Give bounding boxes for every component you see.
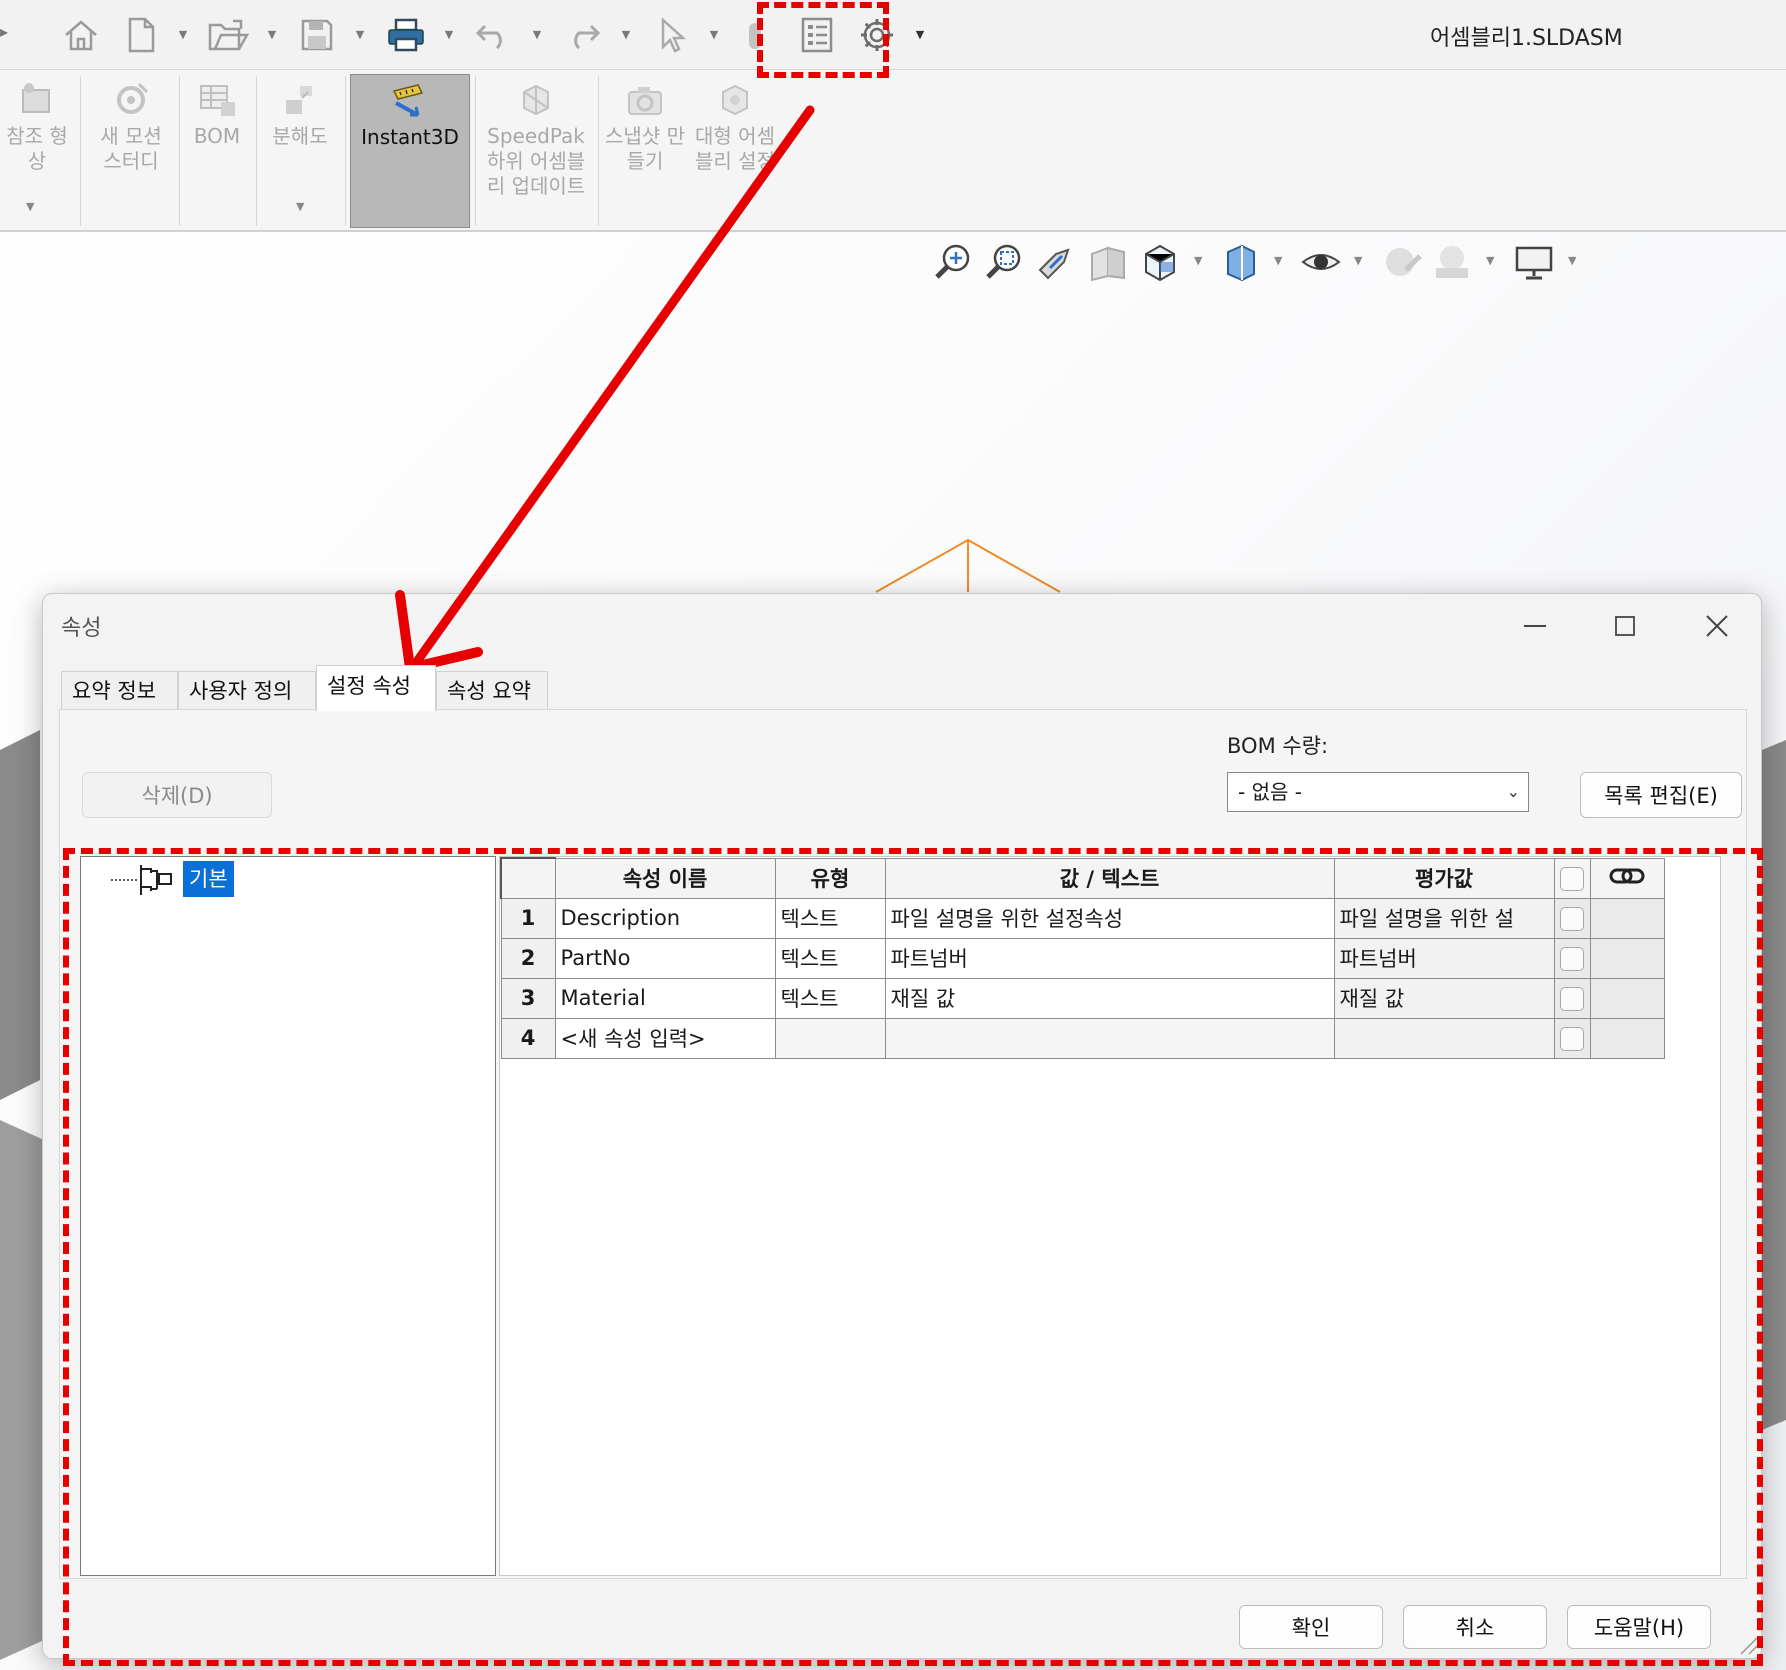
annotation-highlight-property-grid — [63, 848, 1763, 1666]
display-style-chevron-icon[interactable]: ▼ — [1274, 254, 1282, 267]
large-assembly-settings-button[interactable]: 대형 어셈블리 설정 — [690, 74, 780, 228]
ribbon-label: 새 모션 스터디 — [100, 124, 162, 173]
edit-appearance-icon[interactable] — [1380, 240, 1424, 284]
maximize-icon — [1615, 616, 1635, 636]
redo-icon[interactable] — [560, 12, 606, 58]
reference-geometry-icon — [22, 83, 50, 113]
ribbon-label: SpeedPak 하위 어셈블리 업데이트 — [486, 124, 586, 198]
quick-access-toolbar: ▸ ▼ ▼ ▼ ▼ ▼ ▼ ▼ ▼ 어셈블리1.SLDASM — [0, 0, 1786, 70]
ribbon-label: 스냅샷 만들기 — [605, 124, 685, 173]
bom-quantity-value: - 없음 - — [1238, 780, 1302, 804]
bom-quantity-select[interactable]: - 없음 - ⌄ — [1227, 772, 1529, 812]
document-title: 어셈블리1.SLDASM — [1430, 26, 1623, 51]
hide-show-items-icon[interactable] — [1299, 240, 1343, 284]
print-icon[interactable] — [383, 12, 429, 58]
delete-button[interactable]: 삭제(D) — [82, 772, 272, 818]
open-folder-icon[interactable] — [205, 12, 251, 58]
save-dropdown-chevron-icon[interactable]: ▼ — [354, 28, 366, 42]
undo-icon[interactable] — [470, 12, 516, 58]
zoom-to-area-icon[interactable] — [983, 240, 1027, 284]
tab-summary[interactable]: 요약 정보 — [61, 671, 178, 709]
zoom-to-fit-icon[interactable] — [932, 240, 976, 284]
select-pointer-icon[interactable] — [649, 12, 695, 58]
toolbar-overflow-icon[interactable]: ▸ — [0, 22, 8, 41]
view-orientation-icon[interactable] — [1138, 240, 1182, 284]
ribbon-label: 참조 형상 — [6, 124, 68, 173]
close-button[interactable] — [1687, 604, 1747, 648]
view-settings-chevron-icon[interactable]: ▼ — [1568, 254, 1576, 267]
create-snapshot-button[interactable]: 스냅샷 만들기 — [604, 74, 686, 228]
tab-properties-summary[interactable]: 속성 요약 — [436, 671, 548, 709]
close-icon — [1706, 615, 1728, 637]
tab-custom[interactable]: 사용자 정의 — [178, 671, 316, 709]
ribbon-label: 분해도 — [272, 124, 328, 148]
dialog-title: 속성 — [61, 616, 102, 641]
ribbon-label: Instant3D — [361, 125, 459, 149]
home-icon[interactable] — [58, 12, 104, 58]
save-icon[interactable] — [294, 12, 340, 58]
speedpak-icon — [523, 84, 549, 116]
large-assembly-icon — [722, 84, 748, 116]
view-settings-monitor-icon[interactable] — [1512, 240, 1556, 284]
tab-configuration-specific[interactable]: 설정 속성 — [316, 665, 436, 711]
bom-button[interactable]: BOM — [183, 74, 251, 228]
edit-list-button[interactable]: 목록 편집(E) — [1580, 772, 1742, 818]
minimize-button[interactable] — [1505, 604, 1565, 648]
minimize-icon — [1524, 625, 1546, 627]
apply-scene-icon[interactable] — [1430, 240, 1474, 284]
command-manager-ribbon: 참조 형상 ▼ 새 모션 스터디 BOM 분해도 ▼ Instant3D Spe… — [0, 70, 1786, 232]
ribbon-label: 대형 어셈블리 설정 — [695, 124, 775, 173]
open-dropdown-chevron-icon[interactable]: ▼ — [266, 28, 278, 42]
redo-dropdown-chevron-icon[interactable]: ▼ — [620, 28, 632, 42]
ribbon-label: BOM — [193, 124, 241, 148]
reference-geometry-button[interactable]: 참조 형상 — [0, 74, 74, 228]
instant3d-button[interactable]: Instant3D — [350, 74, 470, 228]
undo-dropdown-chevron-icon[interactable]: ▼ — [531, 28, 543, 42]
display-style-icon[interactable] — [1218, 240, 1262, 284]
exploded-view-icon — [286, 86, 312, 114]
maximize-button[interactable] — [1595, 604, 1655, 648]
view-orientation-chevron-icon[interactable]: ▼ — [1194, 254, 1202, 267]
reference-geometry-chevron-icon[interactable]: ▼ — [26, 200, 34, 213]
new-dropdown-chevron-icon[interactable]: ▼ — [177, 28, 189, 42]
new-motion-study-button[interactable]: 새 모션 스터디 — [88, 74, 174, 228]
new-document-icon[interactable] — [118, 12, 164, 58]
chevron-down-icon: ⌄ — [1506, 782, 1520, 801]
motion-study-icon — [117, 82, 149, 114]
bom-icon — [200, 85, 235, 116]
annotation-highlight-properties-button — [757, 2, 889, 78]
bom-quantity-label: BOM 수량: — [1227, 734, 1329, 758]
snapshot-icon — [628, 87, 662, 115]
instant3d-icon — [392, 84, 424, 117]
select-dropdown-chevron-icon[interactable]: ▼ — [708, 28, 720, 42]
hide-show-chevron-icon[interactable]: ▼ — [1354, 254, 1362, 267]
speedpak-update-button[interactable]: SpeedPak 하위 어셈블리 업데이트 — [480, 74, 592, 228]
section-view-icon[interactable] — [1086, 240, 1130, 284]
scene-chevron-icon[interactable]: ▼ — [1486, 254, 1494, 267]
print-dropdown-chevron-icon[interactable]: ▼ — [443, 28, 455, 42]
options-dropdown-chevron-icon[interactable]: ▼ — [914, 28, 926, 42]
previous-view-icon[interactable] — [1034, 240, 1078, 284]
exploded-view-chevron-icon[interactable]: ▼ — [296, 200, 304, 213]
